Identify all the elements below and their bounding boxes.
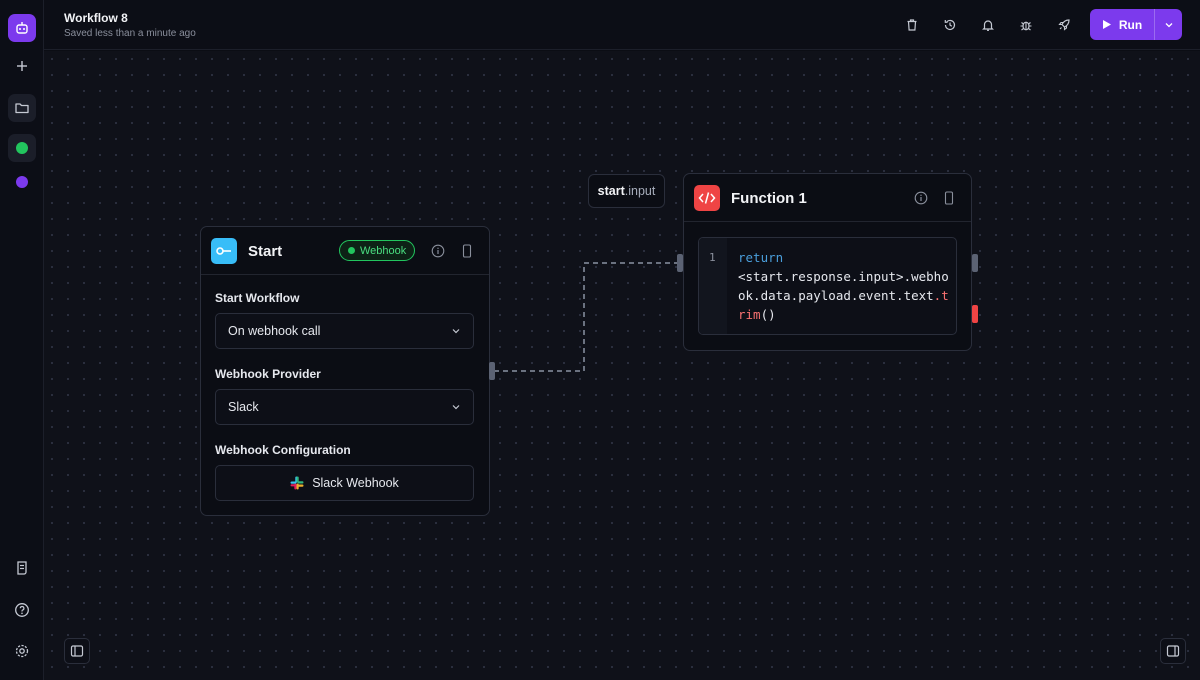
slack-webhook-label: Slack Webhook [312,476,399,490]
saved-status: Saved less than a minute ago [64,28,196,39]
webhook-provider-select[interactable]: Slack [215,389,474,425]
code-parens: () [760,307,776,322]
slack-webhook-button[interactable]: Slack Webhook [215,465,474,501]
new-workflow-plus-icon[interactable] [8,52,36,80]
line-number: 1 [709,251,716,264]
code-icon [694,185,720,211]
logs-icon[interactable] [8,554,36,582]
info-icon[interactable] [912,189,930,207]
start-node[interactable]: Start Webhook Start Workflow On webhook … [200,226,490,516]
webhook-provider-value: Slack [228,400,259,414]
start-workflow-value: On webhook call [228,324,321,338]
function-node-title: Function 1 [731,190,807,207]
workspace-green[interactable] [8,134,36,162]
toggle-right-panel-icon[interactable] [1160,638,1186,664]
function-node-header: Function 1 [684,174,971,222]
webhook-config-label: Webhook Configuration [215,443,351,457]
left-sidebar [0,0,44,680]
workflow-canvas[interactable]: Start Webhook Start Workflow On webhook … [44,51,1200,680]
mobile-toggle-icon[interactable] [940,189,958,207]
function-error-handle[interactable] [972,305,978,323]
folder-icon[interactable] [8,94,36,122]
start-output-handle[interactable] [489,362,495,380]
code-keyword: return [738,250,784,265]
chevron-down-icon [452,405,460,410]
mobile-toggle-icon[interactable] [458,242,476,260]
start-node-title: Start [248,243,283,260]
connection-reference-tag[interactable]: start .input [588,174,665,208]
bell-icon[interactable] [976,13,1000,37]
run-options-chevron-down-icon[interactable] [1154,9,1182,40]
workflow-title[interactable]: Workflow 8 [64,11,128,25]
rocket-deploy-icon[interactable] [1052,13,1076,37]
top-bar: Workflow 8 Saved less than a minute ago … [44,0,1200,50]
run-button[interactable]: Run [1090,9,1154,40]
ref-field-name: .input [624,184,656,198]
code-editor[interactable]: 1 return <start.response.input>.webhook.… [698,237,957,335]
workspace-dot-green [16,142,28,154]
run-label: Run [1118,17,1143,32]
function-node[interactable]: Function 1 1 return <start.response.inpu… [683,173,972,351]
start-key-icon [211,238,237,264]
function-input-handle[interactable] [677,254,683,272]
play-icon [1102,20,1111,29]
start-workflow-select[interactable]: On webhook call [215,313,474,349]
start-workflow-label: Start Workflow [215,291,300,305]
workspace-dot-purple [16,176,28,188]
code-body: <start.response.input>.webhook.data.payl… [738,269,949,303]
code-text: return <start.response.input>.webhook.da… [738,248,952,324]
function-output-handle[interactable] [972,254,978,272]
bug-icon[interactable] [1014,13,1038,37]
webhook-status-badge: Webhook [339,240,416,261]
webhook-provider-label: Webhook Provider [215,367,321,381]
history-icon[interactable] [938,13,962,37]
badge-dot [348,247,355,254]
logo-robot-icon[interactable] [8,14,36,42]
slack-logo-icon [290,476,304,490]
help-icon[interactable] [8,596,36,624]
toggle-left-panel-icon[interactable] [64,638,90,664]
chevron-down-icon [452,329,460,334]
trash-icon[interactable] [900,13,924,37]
settings-gear-icon[interactable] [8,637,36,665]
start-node-header: Start Webhook [201,227,489,275]
workspace-purple[interactable] [8,168,36,196]
info-icon[interactable] [429,242,447,260]
ref-block-name: start [597,184,625,198]
run-button-group: Run [1090,9,1182,40]
badge-label: Webhook [360,244,407,257]
